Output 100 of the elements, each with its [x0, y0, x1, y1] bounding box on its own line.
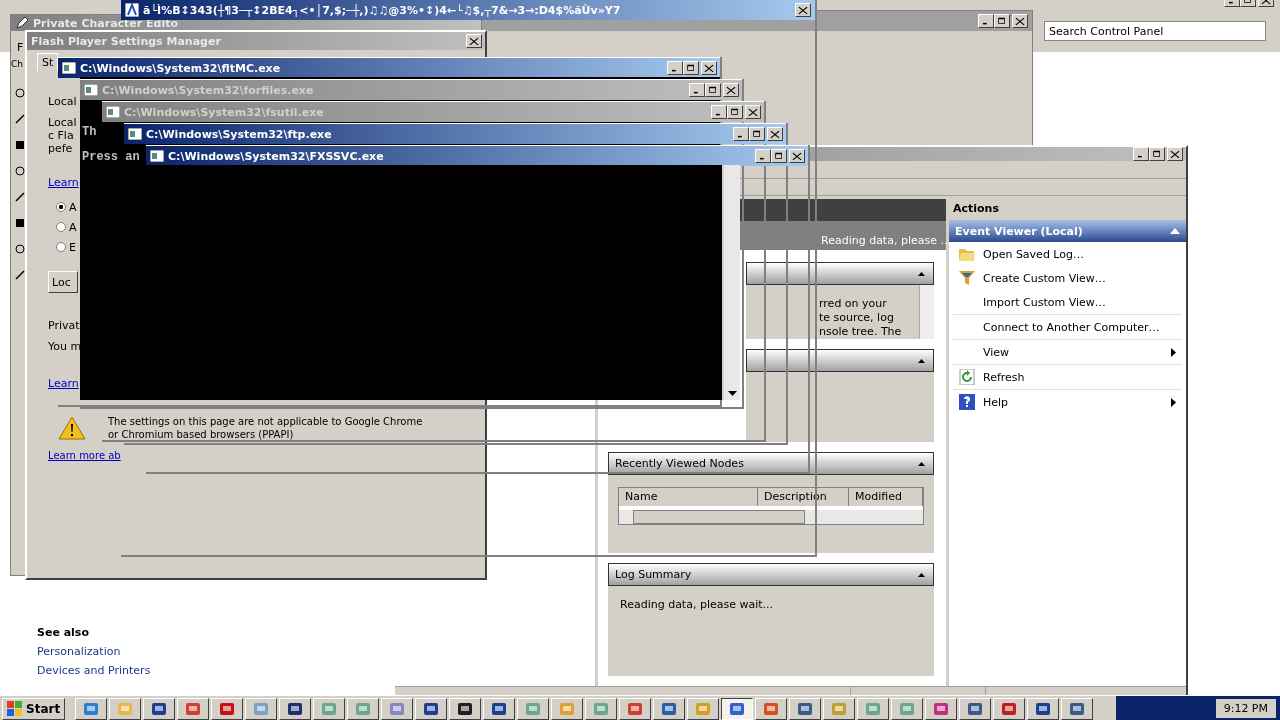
action-item[interactable]: View [953, 339, 1182, 365]
learn-link[interactable]: Learn [48, 176, 79, 189]
minimize-button[interactable] [667, 61, 683, 75]
field-label: Ch [11, 59, 23, 69]
close-icon [747, 107, 759, 117]
console-icon [128, 128, 142, 140]
maximize-button[interactable] [749, 127, 765, 141]
start-button[interactable]: Start [2, 697, 66, 720]
minimize-button[interactable] [733, 127, 749, 141]
action-item[interactable]: Help [953, 389, 1182, 415]
maximize-button[interactable] [683, 61, 699, 75]
collapse-icon[interactable] [918, 461, 925, 466]
see-also-heading: See also [37, 626, 90, 639]
see-also-link[interactable]: Devices and Printers [37, 664, 151, 677]
maximize-button[interactable] [705, 83, 721, 97]
app-icon [219, 700, 236, 717]
close-button[interactable] [795, 3, 811, 17]
close-button[interactable] [466, 34, 482, 48]
close-button[interactable] [789, 149, 805, 163]
radio-button[interactable] [56, 202, 66, 212]
action-item[interactable]: Import Custom View… [953, 290, 1182, 315]
tool-icon[interactable] [14, 269, 26, 281]
app-icon [423, 700, 440, 717]
close-icon [703, 63, 715, 73]
scrollbar[interactable] [919, 285, 934, 340]
action-item[interactable]: Open Saved Log… [953, 242, 1182, 267]
search-field[interactable]: Search Control Panel [1044, 21, 1266, 41]
minimize-button[interactable] [689, 83, 705, 97]
radio-button[interactable] [56, 242, 66, 252]
close-button[interactable] [767, 127, 783, 141]
actions-group-header[interactable]: Event Viewer (Local) [949, 220, 1186, 243]
maximize-button[interactable] [1149, 147, 1165, 161]
console-icon [150, 150, 164, 162]
scrollbar[interactable] [724, 165, 740, 400]
tab[interactable]: St [37, 53, 59, 71]
loading-text: Reading data, please wait... [620, 598, 774, 612]
clock[interactable]: 9:12 PM [1215, 699, 1276, 718]
action-item[interactable]: Connect to Another Computer… [953, 314, 1182, 340]
warning-text: The settings on this page are not applicable to Google Chrome or Chromium based browsers (PPAPI) [108, 415, 424, 441]
column-header[interactable]: Name [619, 488, 758, 507]
column-header[interactable]: Modified [849, 488, 923, 507]
window-title-bar[interactable]: ā└Ì%B↕343(┼¶3─┬↕2BE4┐<•│7,$;─┼,)♫♫@3%•↕)4←└♫$,┬7&→3→:D4$%ãÙv»Y7 [121, 0, 815, 20]
action-item[interactable]: Refresh [953, 364, 1182, 390]
learn-link[interactable]: Learn [48, 377, 79, 390]
window-title: Flash Player Settings Manager [31, 34, 221, 48]
section-header[interactable] [746, 262, 934, 286]
menu-item[interactable]: F [17, 41, 24, 54]
section-header[interactable]: Log Summary [608, 563, 934, 587]
collapse-icon[interactable] [918, 358, 925, 363]
section-title: Recently Viewed Nodes [615, 457, 745, 471]
minimize-button[interactable] [978, 14, 994, 28]
section-header[interactable] [746, 349, 934, 373]
window-title: ā└Ì%B↕343(┼¶3─┬↕2BE4┐<•│7,$;─┼,)♫♫@3%•↕)4←└♫$,┬7&→3→:D4$%ãÙv»Y7 [143, 3, 622, 17]
settings-button[interactable]: Loc [48, 271, 78, 293]
minimize-button[interactable] [1133, 147, 1149, 161]
radio-label: E [69, 240, 76, 254]
close-button[interactable] [723, 83, 739, 97]
see-also-link[interactable]: Personalization [37, 645, 151, 658]
column-header[interactable]: Description [758, 488, 849, 507]
tool-icon[interactable] [14, 243, 26, 255]
app-icon [125, 3, 139, 17]
app-icon [695, 700, 712, 717]
collapse-icon[interactable] [918, 271, 925, 276]
maximize-icon [773, 151, 785, 161]
tool-icon[interactable] [14, 87, 26, 99]
console-title-bar[interactable]: C:\Windows\System32\fltMC.exe [58, 57, 720, 78]
settings-text: pefe [48, 142, 73, 155]
close-button[interactable] [1167, 147, 1183, 161]
console-title-bar[interactable]: C:\Windows\System32\ftp.exe [124, 123, 786, 144]
tool-icon[interactable] [14, 217, 26, 229]
minimize-button[interactable] [755, 149, 771, 163]
maximize-icon [707, 85, 719, 95]
taskbar-button[interactable] [721, 697, 754, 720]
radio-button[interactable] [56, 222, 66, 232]
tool-icon[interactable] [14, 113, 26, 125]
app-icon [457, 700, 474, 717]
tool-icon[interactable] [14, 139, 26, 151]
app-icon [763, 700, 780, 717]
scrollbar[interactable] [619, 510, 923, 525]
close-button[interactable] [1012, 14, 1028, 28]
close-button[interactable] [745, 105, 761, 119]
actions-heading: Actions [949, 199, 1186, 221]
maximize-button[interactable] [771, 149, 787, 163]
app-icon [661, 700, 678, 717]
maximize-button[interactable] [994, 14, 1010, 28]
section-header[interactable]: Recently Viewed Nodes [608, 452, 934, 476]
console-text: Th [82, 125, 97, 141]
tool-icon[interactable] [14, 191, 26, 203]
window-title: C:\Windows\System32\fsutil.exe [124, 105, 325, 119]
app-icon [151, 700, 168, 717]
close-button[interactable] [701, 61, 717, 75]
collapse-icon[interactable] [918, 572, 925, 577]
action-item[interactable]: Create Custom View… [953, 266, 1182, 291]
flag-icon [7, 700, 23, 717]
minimize-button[interactable] [711, 105, 727, 119]
window-title: C:\Windows\System32\FXSSVC.exe [168, 149, 385, 163]
tool-icon[interactable] [14, 165, 26, 177]
maximize-button[interactable] [727, 105, 743, 119]
learn-more-link[interactable]: Learn more ab [48, 449, 121, 462]
console-title-bar[interactable]: C:\Windows\System32\FXSSVC.exe [146, 145, 808, 166]
